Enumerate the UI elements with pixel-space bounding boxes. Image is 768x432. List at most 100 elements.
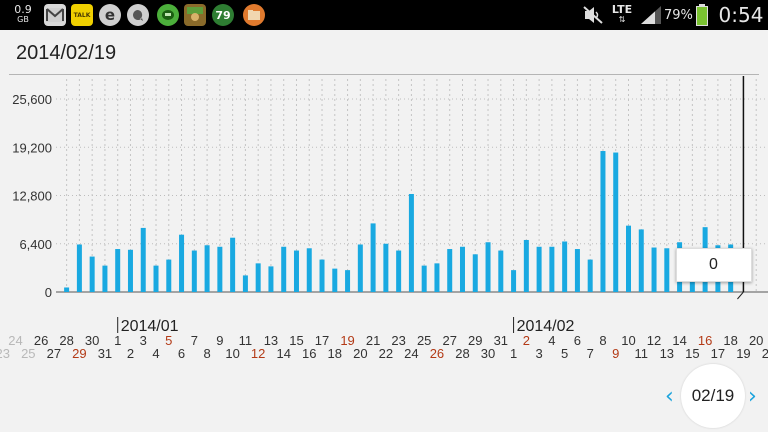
- bar-02/04: [549, 246, 555, 292]
- badge-count-icon[interactable]: 79: [212, 4, 234, 26]
- bar-01/02: [127, 249, 133, 292]
- chat-bubble-icon[interactable]: [127, 4, 149, 26]
- title-bar: 2014/02/19: [0, 30, 768, 76]
- network-type-indicator: LTE ⇅: [609, 0, 635, 30]
- day-label: 3: [535, 346, 542, 361]
- bar-02/07: [587, 259, 593, 292]
- bar-01/19: [345, 270, 351, 292]
- bar-01/24: [408, 193, 414, 292]
- bar-12/31: [102, 265, 108, 292]
- battery-indicator: 79%: [664, 0, 720, 30]
- y-axis-ticks: 25,600 19,200 12,800 6,400 0: [12, 92, 52, 300]
- day-label: 13: [660, 346, 674, 361]
- bar-01/16: [306, 248, 312, 292]
- day-label: 4: [548, 333, 555, 348]
- day-label: 12: [251, 346, 265, 361]
- bar-01/06: [179, 234, 185, 292]
- selected-date-label: 02/19: [691, 386, 735, 405]
- bar-01/18: [332, 268, 338, 292]
- y-tick-label: 25,600: [12, 92, 52, 107]
- y-tick-label: 0: [45, 285, 52, 300]
- storage-value: 0.9: [14, 3, 32, 16]
- next-date-button[interactable]: ›: [748, 384, 757, 409]
- e-app-icon[interactable]: e: [99, 4, 121, 26]
- bar-01/23: [396, 250, 402, 292]
- battery-percent: 79%: [664, 7, 693, 23]
- bar-01/30: [485, 242, 491, 292]
- day-label: 8: [599, 333, 606, 348]
- bar-02/03: [536, 246, 542, 292]
- bar-02/11: [638, 229, 644, 292]
- bar-01/31: [498, 250, 504, 292]
- day-label: 6: [574, 333, 581, 348]
- day-label: 7: [191, 333, 198, 348]
- day-label: 4: [152, 346, 159, 361]
- bar-01/13: [268, 266, 274, 292]
- y-tick-label: 19,200: [12, 140, 52, 155]
- day-label: 9: [216, 333, 223, 348]
- bar-12/30: [89, 256, 95, 292]
- bar-01/17: [319, 259, 325, 292]
- bar-02/01: [511, 270, 517, 292]
- day-label: 20: [353, 346, 367, 361]
- tooltip-value: 0: [709, 256, 718, 273]
- bar-02/08: [600, 151, 606, 292]
- mute-icon: [582, 0, 604, 30]
- kakaotalk-icon[interactable]: TALK: [71, 4, 93, 26]
- bar-01/14: [281, 246, 287, 292]
- bar-01/10: [230, 237, 236, 292]
- bar-01/27: [447, 249, 453, 292]
- day-label: 22: [379, 346, 393, 361]
- daily-bar-chart[interactable]: 25,60019,20012,8006,4000 2014/01 2014/02 …: [0, 76, 768, 364]
- bar-01/05: [166, 259, 172, 292]
- bar-01/29: [472, 254, 478, 292]
- bar-02/12: [651, 247, 657, 292]
- folder-app-icon[interactable]: [243, 4, 265, 26]
- day-label: 5: [165, 333, 172, 348]
- storage-unit: GB: [17, 15, 29, 24]
- e-app-label: e: [104, 6, 116, 24]
- bar-02/05: [562, 241, 568, 292]
- day-label: 14: [276, 346, 290, 361]
- bar-02/02: [523, 239, 529, 292]
- bar-02/09: [613, 152, 619, 292]
- bar-01/08: [204, 245, 210, 292]
- day-label: 24: [404, 346, 418, 361]
- day-label: 11: [635, 346, 649, 361]
- gmail-icon[interactable]: [44, 4, 66, 26]
- bar-01/25: [421, 265, 427, 292]
- line-app-icon[interactable]: [157, 4, 179, 26]
- y-tick-label: 6,400: [19, 237, 52, 252]
- bar-01/07: [191, 250, 197, 292]
- bar-01/12: [255, 263, 261, 292]
- day-label: 17: [711, 346, 725, 361]
- day-label: 8: [203, 346, 210, 361]
- day-label: 2: [523, 333, 530, 348]
- day-label: 30: [481, 346, 495, 361]
- title-divider: [9, 74, 759, 75]
- prev-date-button[interactable]: ‹: [665, 384, 674, 409]
- day-label: 28: [455, 346, 469, 361]
- x-axis-day-labels: 2324252627282930311234567891011121314151…: [0, 333, 768, 361]
- bar-01/01: [115, 249, 121, 292]
- bar-01/15: [293, 250, 299, 292]
- day-label: 7: [587, 346, 594, 361]
- game-app-icon[interactable]: [184, 4, 206, 26]
- network-type: LTE: [611, 3, 633, 16]
- bar-12/28: [64, 287, 70, 292]
- day-label: 19: [736, 346, 750, 361]
- bar-01/26: [434, 263, 440, 292]
- bar-01/22: [383, 243, 389, 292]
- day-label: 21: [762, 346, 768, 361]
- day-label: 18: [328, 346, 342, 361]
- day-label: 10: [225, 346, 239, 361]
- bar-01/21: [370, 223, 376, 292]
- bar-01/20: [357, 244, 363, 292]
- data-arrows-icon: ⇅: [618, 15, 626, 24]
- day-label: 16: [302, 346, 316, 361]
- selected-date-button[interactable]: 02/19: [681, 364, 745, 428]
- bar-02/13: [664, 248, 670, 292]
- day-label: 3: [140, 333, 147, 348]
- kakaotalk-label: TALK: [73, 11, 91, 19]
- bar-01/04: [153, 265, 159, 292]
